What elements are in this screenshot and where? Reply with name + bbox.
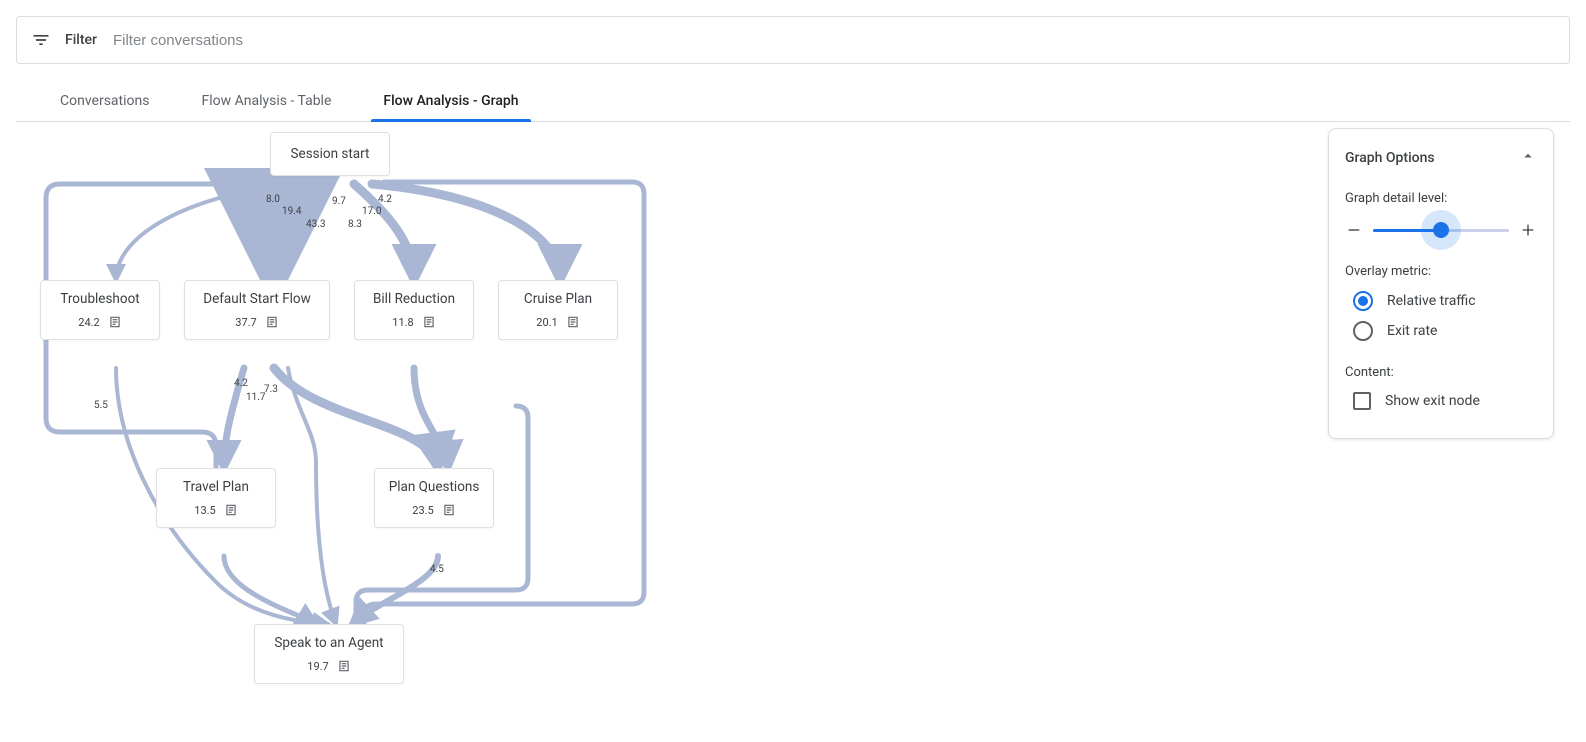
edge-label: 9.7 (332, 196, 346, 207)
filter-input[interactable] (111, 31, 1555, 50)
edge-label: 17.0 (362, 206, 382, 217)
edge-label: 4.2 (234, 378, 248, 389)
panel-title: Graph Options (1345, 150, 1435, 166)
detail-level-slider[interactable] (1373, 218, 1509, 242)
node-title: Session start (291, 146, 370, 162)
filter-label: Filter (65, 32, 97, 48)
checkbox-label: Show exit node (1385, 393, 1480, 409)
checkbox-show-exit-node[interactable]: Show exit node (1353, 392, 1537, 410)
edge-label: 8.0 (266, 194, 280, 205)
details-icon[interactable] (337, 659, 351, 673)
filter-bar: Filter (16, 16, 1570, 64)
minus-icon[interactable] (1345, 221, 1363, 239)
edge-label: 8.3 (348, 219, 362, 230)
details-icon[interactable] (566, 315, 580, 329)
node-value: 20.1 (536, 316, 557, 329)
node-title: Troubleshoot (60, 291, 139, 307)
node-value: 24.2 (78, 316, 99, 329)
node-plan-questions[interactable]: Plan Questions 23.5 (374, 468, 494, 528)
node-value: 11.8 (392, 316, 413, 329)
plus-icon[interactable] (1519, 221, 1537, 239)
radio-icon (1353, 291, 1373, 311)
content-label: Content: (1345, 365, 1537, 380)
radio-label: Relative traffic (1387, 293, 1476, 309)
node-bill-reduction[interactable]: Bill Reduction 11.8 (354, 280, 474, 340)
node-title: Cruise Plan (524, 291, 592, 307)
radio-exit-rate[interactable]: Exit rate (1353, 321, 1537, 341)
edge-label: 19.4 (282, 206, 302, 217)
node-default-start-flow[interactable]: Default Start Flow 37.7 (184, 280, 330, 340)
graph-options-panel: Graph Options Graph detail level: Overla… (1328, 128, 1554, 439)
radio-relative-traffic[interactable]: Relative traffic (1353, 291, 1537, 311)
edge-label: 4.5 (430, 564, 444, 575)
node-troubleshoot[interactable]: Troubleshoot 24.2 (40, 280, 160, 340)
node-value: 13.5 (194, 504, 215, 517)
details-icon[interactable] (224, 503, 238, 517)
node-session-start[interactable]: Session start (270, 132, 390, 176)
details-icon[interactable] (442, 503, 456, 517)
edge-label: 11.7 (246, 392, 266, 403)
edge-label: 5.5 (94, 400, 108, 411)
node-value: 23.5 (412, 504, 433, 517)
tab-conversations[interactable]: Conversations (48, 93, 161, 121)
filter-icon (31, 30, 51, 50)
tab-row: Conversations Flow Analysis - Table Flow… (16, 80, 1570, 122)
node-cruise-plan[interactable]: Cruise Plan 20.1 (498, 280, 618, 340)
detail-level-label: Graph detail level: (1345, 191, 1537, 206)
flow-graph-canvas[interactable]: Session start Troubleshoot 24.2 Default … (16, 122, 1316, 728)
node-value: 37.7 (235, 316, 256, 329)
node-travel-plan[interactable]: Travel Plan 13.5 (156, 468, 276, 528)
node-title: Speak to an Agent (274, 635, 383, 651)
details-icon[interactable] (108, 315, 122, 329)
edge-label: 4.2 (378, 194, 392, 205)
edge-label: 43.3 (306, 219, 326, 230)
node-speak-to-agent[interactable]: Speak to an Agent 19.7 (254, 624, 404, 684)
node-title: Travel Plan (183, 479, 249, 495)
chevron-up-icon[interactable] (1519, 147, 1537, 169)
edge-label: 7.3 (264, 384, 278, 395)
details-icon[interactable] (265, 315, 279, 329)
checkbox-icon (1353, 392, 1371, 410)
details-icon[interactable] (422, 315, 436, 329)
overlay-metric-label: Overlay metric: (1345, 264, 1537, 279)
tab-flow-graph[interactable]: Flow Analysis - Graph (371, 93, 530, 121)
node-title: Plan Questions (389, 479, 480, 495)
radio-label: Exit rate (1387, 323, 1437, 339)
node-title: Bill Reduction (373, 291, 455, 307)
tab-flow-table[interactable]: Flow Analysis - Table (189, 93, 343, 121)
node-value: 19.7 (307, 660, 328, 673)
node-title: Default Start Flow (203, 291, 311, 307)
radio-icon (1353, 321, 1373, 341)
